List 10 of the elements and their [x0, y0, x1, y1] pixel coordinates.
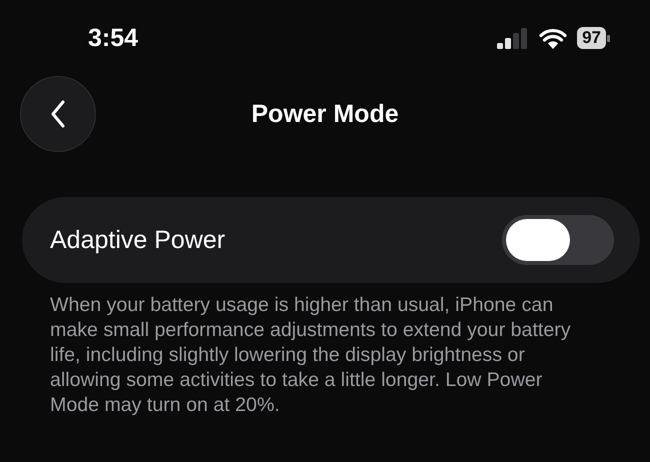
toggle-switch[interactable] — [502, 215, 614, 265]
back-chevron-icon — [50, 100, 66, 128]
battery-tip-icon — [607, 34, 610, 42]
battery-level: 97 — [577, 27, 606, 49]
wifi-icon — [539, 28, 568, 48]
setting-label: Adaptive Power — [50, 226, 226, 254]
status-time: 3:54 — [88, 24, 140, 52]
description-text: When your battery usage is higher than usual, iPhone can make small performance adjustments to extend your battery life, including slightly lowering the display brightness or allowing some activities to take a little longer. Low Power Mode may turn on at 20%. — [50, 293, 572, 418]
signal-icon — [497, 27, 530, 49]
screen-title: Power Mode — [251, 100, 399, 128]
